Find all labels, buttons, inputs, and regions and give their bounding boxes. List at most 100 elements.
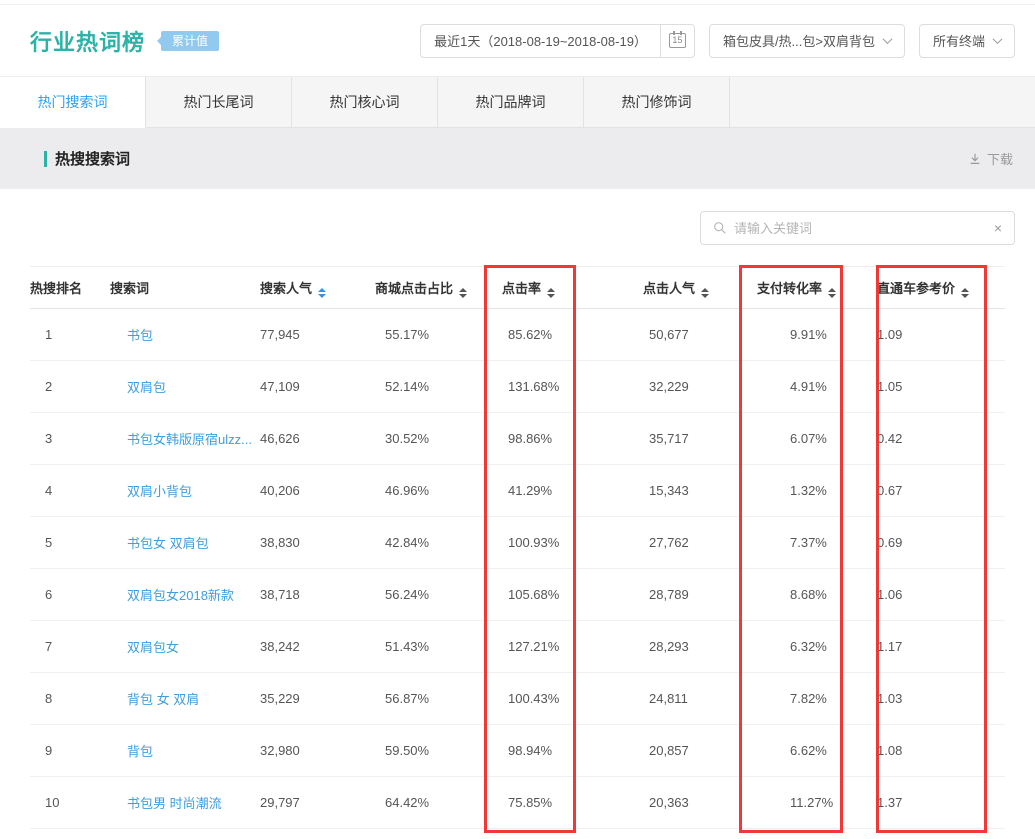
keyword-link[interactable]: 书包女韩版原宿ulzz...: [127, 432, 252, 447]
keyword-link[interactable]: 双肩包女: [127, 640, 179, 655]
rank-cell: 10: [30, 777, 110, 829]
column-header-7[interactable]: 支付转化率: [757, 267, 877, 309]
date-range-label[interactable]: 最近1天（2018-08-19~2018-08-19）: [421, 25, 661, 57]
rank-cell: 4: [30, 465, 110, 517]
category-dropdown-label: 箱包皮具/热...包>双肩背包: [723, 31, 875, 50]
keyword-link[interactable]: 书包女 双肩包: [127, 536, 209, 551]
click-popularity-cell: 35,717: [643, 413, 757, 465]
keyword-link[interactable]: 双肩小背包: [127, 484, 192, 499]
keyword-cell: 双肩包女2018新款: [110, 569, 260, 621]
section-title-wrap: 热搜搜索词: [44, 148, 130, 169]
sort-arrows-icon[interactable]: [318, 288, 326, 298]
keyword-cell: 书包: [110, 309, 260, 361]
keyword-link[interactable]: 书包男 时尚潮流: [127, 796, 222, 811]
rank-cell: 2: [30, 361, 110, 413]
pay-conversion-cell: 11.27%: [757, 777, 877, 829]
table-row: 6双肩包女2018新款38,71856.24%105.68%28,7898.68…: [30, 569, 1005, 621]
search-popularity-cell: 46,626: [260, 413, 375, 465]
ztc-ref-price-cell: 1.17: [877, 621, 1005, 673]
column-header-label: 搜索人气: [260, 281, 312, 296]
keyword-search-box[interactable]: ×: [700, 211, 1015, 245]
click-popularity-cell: 24,811: [643, 673, 757, 725]
ztc-ref-price-cell: 1.08: [877, 725, 1005, 777]
mall-click-ratio-cell: 30.52%: [375, 413, 502, 465]
column-header-4[interactable]: 商城点击占比: [375, 267, 502, 309]
tab-4[interactable]: 热门品牌词: [438, 77, 584, 128]
sort-arrows-icon[interactable]: [701, 288, 709, 298]
table-row: 9背包32,98059.50%98.94%20,8576.62%1.08: [30, 725, 1005, 777]
column-header-label: 直通车参考价: [877, 281, 955, 296]
search-popularity-cell: 38,830: [260, 517, 375, 569]
hot-keywords-table: 热搜排名搜索词搜索人气商城点击占比点击率点击人气支付转化率直通车参考价 1书包7…: [30, 266, 1005, 829]
keyword-link[interactable]: 双肩包女2018新款: [127, 588, 234, 603]
click-rate-cell: 85.62%: [502, 309, 643, 361]
column-header-5[interactable]: 点击率: [502, 267, 643, 309]
sort-arrows-icon[interactable]: [961, 288, 969, 298]
tab-2[interactable]: 热门长尾词: [146, 77, 292, 128]
click-rate-cell: 98.86%: [502, 413, 643, 465]
column-header-1: 热搜排名: [30, 267, 110, 309]
keyword-cell: 双肩包: [110, 361, 260, 413]
mall-click-ratio-cell: 64.42%: [375, 777, 502, 829]
table-row: 2双肩包47,10952.14%131.68%32,2294.91%1.05: [30, 361, 1005, 413]
tab-5[interactable]: 热门修饰词: [584, 77, 730, 128]
click-popularity-cell: 15,343: [643, 465, 757, 517]
download-label: 下载: [987, 149, 1013, 168]
table-row: 5书包女 双肩包38,83042.84%100.93%27,7627.37%0.…: [30, 517, 1005, 569]
search-popularity-cell: 77,945: [260, 309, 375, 361]
tab-bar: 热门搜索词热门长尾词 热门核心词 热门品牌词热门修饰词: [0, 76, 1035, 128]
sort-arrows-icon[interactable]: [459, 288, 467, 298]
sort-arrows-icon[interactable]: [828, 288, 836, 298]
category-dropdown[interactable]: 箱包皮具/热...包>双肩背包: [709, 24, 905, 58]
section-accent-bar: [44, 151, 47, 167]
ztc-ref-price-cell: 1.09: [877, 309, 1005, 361]
keyword-link[interactable]: 双肩包: [127, 380, 166, 395]
top-bar: 行业热词榜 累计值 最近1天（2018-08-19~2018-08-19） 15…: [0, 5, 1035, 76]
sort-arrows-icon[interactable]: [547, 288, 555, 298]
search-input[interactable]: [734, 221, 987, 236]
download-button[interactable]: 下载: [968, 149, 1013, 168]
rank-cell: 8: [30, 673, 110, 725]
mall-click-ratio-cell: 46.96%: [375, 465, 502, 517]
column-header-3[interactable]: 搜索人气: [260, 267, 375, 309]
click-rate-cell: 100.43%: [502, 673, 643, 725]
keyword-cell: 双肩包女: [110, 621, 260, 673]
click-rate-cell: 131.68%: [502, 361, 643, 413]
date-range-picker[interactable]: 最近1天（2018-08-19~2018-08-19） 15: [420, 24, 695, 58]
tab-label: 热门核心词: [330, 92, 400, 112]
column-header-label: 商城点击占比: [375, 281, 453, 296]
mall-click-ratio-cell: 59.50%: [375, 725, 502, 777]
column-header-label: 搜索词: [110, 281, 149, 296]
column-header-6[interactable]: 点击人气: [643, 267, 757, 309]
table-row: 10书包男 时尚潮流29,79764.42%75.85%20,36311.27%…: [30, 777, 1005, 829]
click-popularity-cell: 28,789: [643, 569, 757, 621]
main-content: × 热搜排名搜索词搜索人气商城点击占比点击率点击人气支付转化率直通车参考价 1书…: [0, 211, 1035, 829]
chevron-down-icon: [883, 34, 893, 44]
calendar-button[interactable]: 15: [661, 25, 694, 57]
click-rate-cell: 75.85%: [502, 777, 643, 829]
clear-search-icon[interactable]: ×: [994, 221, 1002, 235]
section-title: 热搜搜索词: [55, 148, 130, 169]
column-header-8[interactable]: 直通车参考价: [877, 267, 1005, 309]
mall-click-ratio-cell: 51.43%: [375, 621, 502, 673]
pay-conversion-cell: 6.07%: [757, 413, 877, 465]
rank-cell: 3: [30, 413, 110, 465]
tab-1[interactable]: 热门搜索词: [0, 77, 146, 128]
keyword-link[interactable]: 书包: [127, 328, 153, 343]
ztc-ref-price-cell: 0.42: [877, 413, 1005, 465]
rank-cell: 9: [30, 725, 110, 777]
tab-3[interactable]: 热门核心词: [292, 77, 438, 128]
click-popularity-cell: 20,857: [643, 725, 757, 777]
ztc-ref-price-cell: 1.37: [877, 777, 1005, 829]
search-popularity-cell: 29,797: [260, 777, 375, 829]
click-rate-cell: 98.94%: [502, 725, 643, 777]
terminal-dropdown[interactable]: 所有终端: [919, 24, 1015, 58]
keyword-link[interactable]: 背包 女 双肩: [127, 692, 199, 707]
column-header-label: 支付转化率: [757, 281, 822, 296]
page-title: 行业热词榜: [30, 25, 145, 57]
ztc-ref-price-cell: 0.69: [877, 517, 1005, 569]
tab-bar-filler: [730, 77, 1035, 128]
rank-cell: 5: [30, 517, 110, 569]
rank-cell: 6: [30, 569, 110, 621]
keyword-link[interactable]: 背包: [127, 744, 153, 759]
